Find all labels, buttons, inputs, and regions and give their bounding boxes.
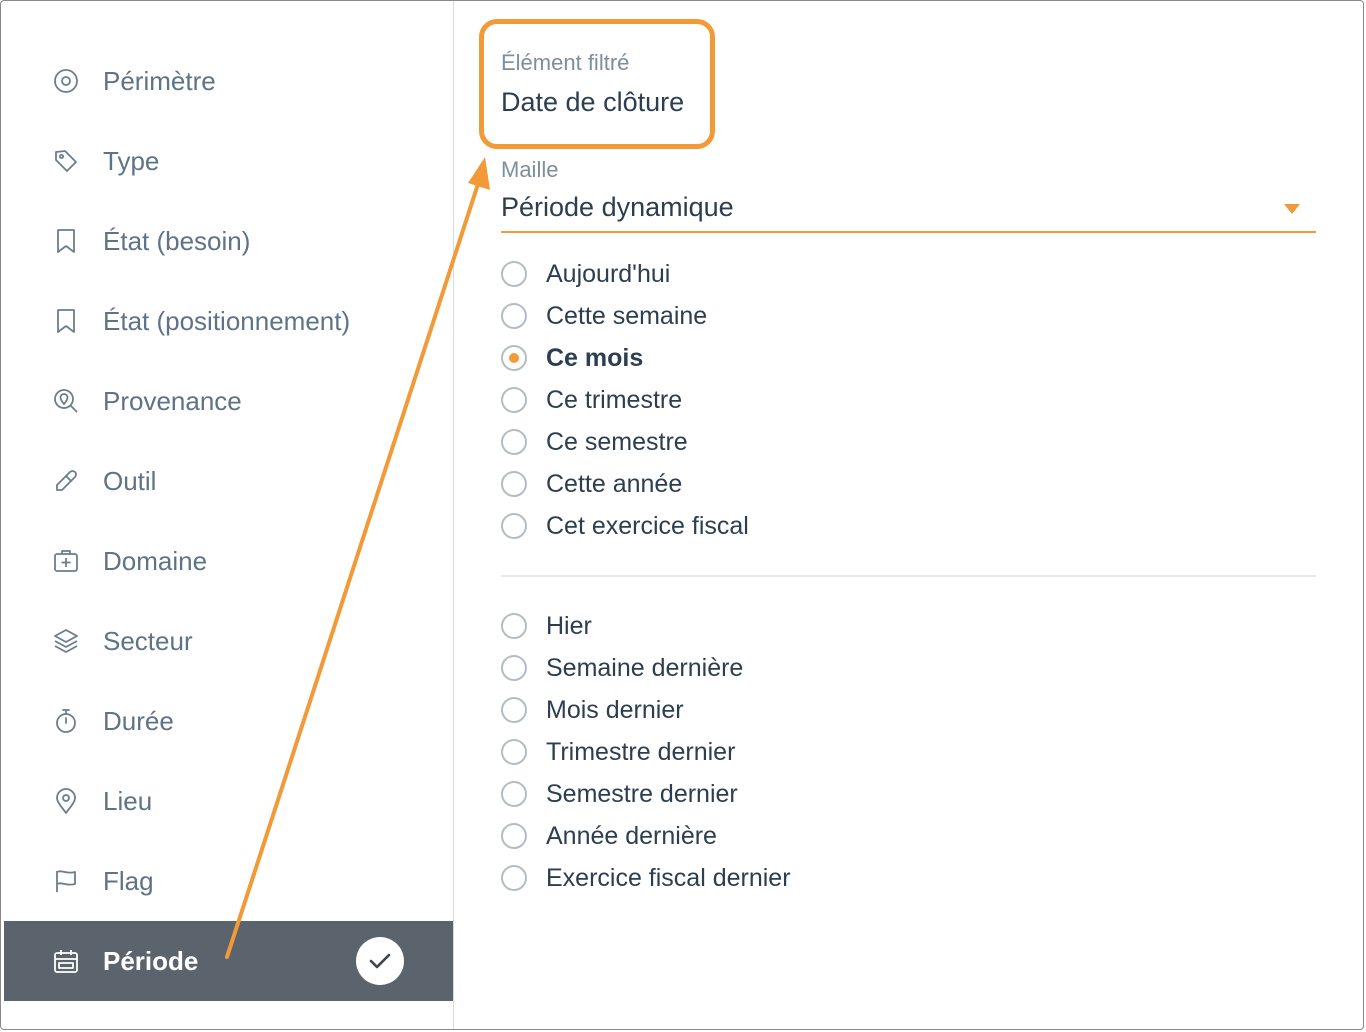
radio-semaine-derniere[interactable]: Semaine dernière xyxy=(501,647,743,689)
filter-panel: Périmètre Type État (besoin) État (posit… xyxy=(0,0,1364,1030)
radio-label: Cet exercice fiscal xyxy=(546,511,749,540)
filtered-element-caption: Élément filtré xyxy=(501,50,630,75)
radio-circle[interactable] xyxy=(501,513,527,539)
radio-circle[interactable] xyxy=(501,697,527,723)
stopwatch-icon xyxy=(52,707,80,735)
maille-caption: Maille xyxy=(501,157,559,182)
sidebar-item-flag[interactable]: Flag xyxy=(4,841,453,921)
sidebar-item-perimetre[interactable]: Périmètre xyxy=(4,41,453,121)
radio-cette-semaine[interactable]: Cette semaine xyxy=(501,295,707,337)
radio-circle[interactable] xyxy=(501,865,527,891)
sidebar-item-label: Outil xyxy=(103,466,157,496)
radio-trimestre-dernier[interactable]: Trimestre dernier xyxy=(501,731,735,773)
sidebar-item-etat-besoin[interactable]: État (besoin) xyxy=(4,201,453,281)
flag-icon xyxy=(52,867,80,895)
radio-circle[interactable] xyxy=(501,655,527,681)
radio-ce-trimestre[interactable]: Ce trimestre xyxy=(501,379,682,421)
radio-circle[interactable] xyxy=(501,387,527,413)
sidebar-item-label: Période xyxy=(103,946,199,976)
radio-aujourdhui[interactable]: Aujourd'hui xyxy=(501,253,670,295)
radio-circle[interactable] xyxy=(501,261,527,287)
sidebar-item-label: État (positionnement) xyxy=(103,306,351,336)
radio-label: Hier xyxy=(546,611,592,640)
sidebar-item-label: Provenance xyxy=(103,386,242,416)
radio-label: Ce semestre xyxy=(546,427,688,456)
sidebar-item-label: Durée xyxy=(103,706,174,736)
bookmark-icon xyxy=(52,307,80,335)
sidebar-item-duree[interactable]: Durée xyxy=(4,681,453,761)
radio-cette-annee[interactable]: Cette année xyxy=(501,463,682,505)
radio-label: Trimestre dernier xyxy=(546,737,736,766)
radio-label: Ce trimestre xyxy=(546,385,683,414)
radio-circle[interactable] xyxy=(501,823,527,849)
calendar-icon xyxy=(52,947,80,975)
radio-circle[interactable] xyxy=(501,613,527,639)
radio-label: Semaine dernière xyxy=(546,653,744,682)
radio-circle[interactable] xyxy=(501,345,527,371)
sidebar-item-label: Lieu xyxy=(103,786,153,816)
bookmark-icon xyxy=(52,227,80,255)
highlight-box xyxy=(479,19,715,149)
tool-icon xyxy=(52,467,80,495)
sidebar: Périmètre Type État (besoin) État (posit… xyxy=(4,1,454,1029)
tag-icon xyxy=(52,147,80,175)
radio-label: Aujourd'hui xyxy=(546,259,671,288)
maille-selected-value: Période dynamique xyxy=(501,192,734,222)
radio-label: Semestre dernier xyxy=(546,779,738,808)
sidebar-item-type[interactable]: Type xyxy=(4,121,453,201)
sidebar-item-label: Secteur xyxy=(103,626,193,656)
radio-annee-derniere[interactable]: Année dernière xyxy=(501,815,717,857)
radio-label: Cette semaine xyxy=(546,301,708,330)
sidebar-item-domaine[interactable]: Domaine xyxy=(4,521,453,601)
sidebar-item-outil[interactable]: Outil xyxy=(4,441,453,521)
layers-icon xyxy=(52,627,80,655)
main-panel: Élément filtré Date de clôture Maille Pé… xyxy=(455,1,1363,1029)
sidebar-item-label: Type xyxy=(103,146,160,176)
radio-label: Exercice fiscal dernier xyxy=(546,863,791,892)
sidebar-item-label: Périmètre xyxy=(103,66,216,96)
sidebar-item-secteur[interactable]: Secteur xyxy=(4,601,453,681)
caret-down-icon xyxy=(1284,204,1300,214)
radio-circle[interactable] xyxy=(501,303,527,329)
filtered-element-value: Date de clôture xyxy=(501,87,685,117)
radio-ce-mois[interactable]: Ce mois xyxy=(501,337,643,379)
sidebar-item-label: Flag xyxy=(103,866,154,896)
sidebar-item-label: Domaine xyxy=(103,546,208,576)
sidebar-item-periode[interactable]: Période xyxy=(4,921,453,1001)
radio-label: Mois dernier xyxy=(546,695,684,724)
radio-ce-semestre[interactable]: Ce semestre xyxy=(501,421,688,463)
map-pin-icon xyxy=(52,787,80,815)
sidebar-item-provenance[interactable]: Provenance xyxy=(4,361,453,441)
radio-exercice-fiscal-dernier[interactable]: Exercice fiscal dernier xyxy=(501,857,791,899)
radio-hier[interactable]: Hier xyxy=(501,605,592,647)
sidebar-item-label: État (besoin) xyxy=(103,226,251,256)
radio-circle[interactable] xyxy=(501,471,527,497)
sidebar-item-etat-positionnement[interactable]: État (positionnement) xyxy=(4,281,453,361)
radio-circle[interactable] xyxy=(501,781,527,807)
sidebar-item-lieu[interactable]: Lieu xyxy=(4,761,453,841)
maille-select[interactable]: Période dynamique xyxy=(501,187,1316,233)
radio-mois-dernier[interactable]: Mois dernier xyxy=(501,689,684,731)
divider xyxy=(501,575,1316,577)
check-icon xyxy=(356,937,404,985)
radio-circle[interactable] xyxy=(501,739,527,765)
radio-label: Cette année xyxy=(546,469,683,498)
radio-cet-exercice-fiscal[interactable]: Cet exercice fiscal xyxy=(501,505,749,547)
radio-label: Ce mois xyxy=(546,343,644,372)
radio-circle[interactable] xyxy=(501,429,527,455)
target-icon xyxy=(52,67,80,95)
radio-label: Année dernière xyxy=(546,821,717,850)
radio-semestre-dernier[interactable]: Semestre dernier xyxy=(501,773,738,815)
search-location-icon xyxy=(52,387,80,415)
medical-case-icon xyxy=(52,547,80,575)
